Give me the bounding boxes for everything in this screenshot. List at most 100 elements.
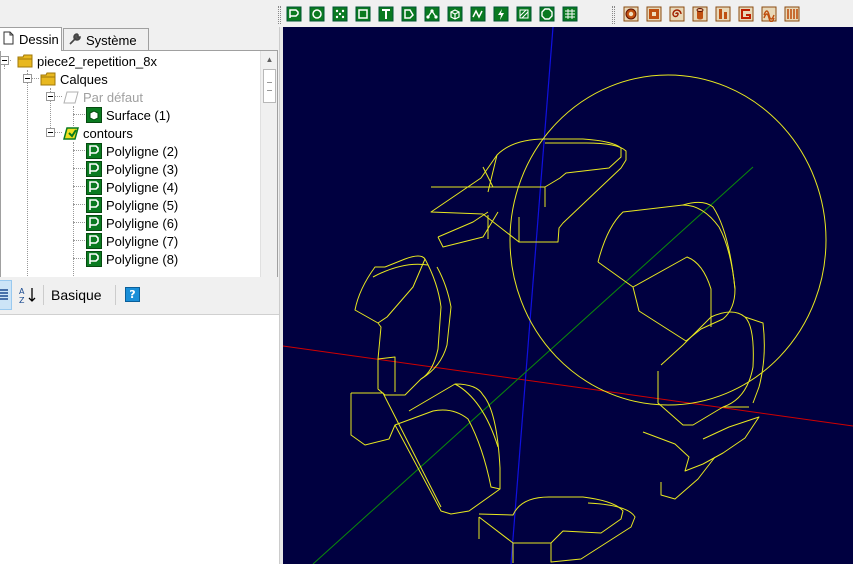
wave-bars-tool-button[interactable] xyxy=(757,4,780,24)
axis-x-line xyxy=(283,345,853,427)
spiral-icon xyxy=(669,6,684,22)
tree-item-polyligne-label: Polyligne (4) xyxy=(106,179,179,195)
tree-item-polyligne[interactable]: Polyligne (2) xyxy=(86,142,178,160)
alphabetical-button[interactable]: A Z xyxy=(17,284,39,306)
tab-dessin[interactable]: Dessin xyxy=(0,27,62,51)
tree-item-calques-label: Calques xyxy=(60,71,108,87)
tree-item-par-defaut[interactable]: Par défaut xyxy=(63,88,143,106)
polygon-tool-button[interactable] xyxy=(397,4,420,24)
polyline-tool-button[interactable] xyxy=(282,4,305,24)
tree-item-contours[interactable]: contours xyxy=(63,124,133,142)
tree-item-root[interactable]: piece2_repetition_8x xyxy=(17,52,157,70)
polyline-icon xyxy=(286,6,301,22)
part-outline xyxy=(377,356,396,392)
hatch-icon xyxy=(516,6,531,22)
polyline-icon xyxy=(86,233,102,249)
toolbar-grip[interactable] xyxy=(278,6,281,24)
scroll-thumb[interactable] xyxy=(263,69,276,103)
tree-item-polyligne[interactable]: Polyligne (5) xyxy=(86,196,178,214)
tree-item-polyligne[interactable]: Polyligne (6) xyxy=(86,214,178,232)
tab-systeme-label: Système xyxy=(86,32,137,48)
lightning-tool-button[interactable] xyxy=(489,4,512,24)
points-tool-button[interactable] xyxy=(328,4,351,24)
expander-root[interactable] xyxy=(1,56,9,65)
tree-item-polyligne-label: Polyligne (8) xyxy=(106,251,179,267)
toolbar-grip-2[interactable] xyxy=(612,6,615,24)
circle-icon xyxy=(309,6,324,22)
svg-text:Z: Z xyxy=(19,296,25,304)
wave-tool-button[interactable] xyxy=(466,4,489,24)
tree-item-polyligne-label: Polyligne (6) xyxy=(106,215,179,231)
ring-tool-button[interactable] xyxy=(619,4,642,24)
tree-item-surface-label: Surface (1) xyxy=(106,107,171,123)
part-outline xyxy=(394,409,501,490)
tree-item-polyligne-label: Polyligne (3) xyxy=(106,161,179,177)
grid-icon xyxy=(562,6,577,22)
expander-contours[interactable] xyxy=(46,128,55,137)
part-outline xyxy=(437,211,499,248)
polyline-icon xyxy=(86,179,102,195)
tree-item-polyligne[interactable]: Polyligne (7) xyxy=(86,232,178,250)
cylinder-tool-button[interactable] xyxy=(688,4,711,24)
hatch-tool-button[interactable] xyxy=(512,4,535,24)
part-outline xyxy=(430,138,622,215)
solid-toolbar xyxy=(619,4,803,26)
part-outline xyxy=(482,154,498,193)
tree-item-root-label: piece2_repetition_8x xyxy=(37,53,157,69)
grid-tool-button[interactable] xyxy=(558,4,581,24)
stripes-tool-button[interactable] xyxy=(780,4,803,24)
tree-item-calques[interactable]: Calques xyxy=(40,70,108,88)
circle-tool-button[interactable] xyxy=(305,4,328,24)
part-outline xyxy=(660,456,716,500)
tree-item-polyligne[interactable]: Polyligne (3) xyxy=(86,160,178,178)
bracket-tool-button[interactable] xyxy=(734,4,757,24)
tree-item-polyligne-label: Polyligne (7) xyxy=(106,233,179,249)
part-outline xyxy=(597,204,736,342)
part-outline xyxy=(478,517,514,563)
bracket-icon xyxy=(738,6,753,22)
app-window: Dessin Système piece2_repetition_8x Calq… xyxy=(0,0,853,564)
nodes-icon xyxy=(424,6,439,22)
help-button[interactable]: ? xyxy=(125,287,140,302)
panel-tabs: Dessin Système xyxy=(0,27,280,51)
square-frame-tool-button[interactable] xyxy=(642,4,665,24)
box-icon xyxy=(447,6,462,22)
drawing-toolbar xyxy=(282,4,581,26)
tab-systeme[interactable]: Système xyxy=(63,28,149,51)
spiral-tool-button[interactable] xyxy=(665,4,688,24)
polyline-icon xyxy=(86,215,102,231)
left-panel: Dessin Système piece2_repetition_8x Calq… xyxy=(0,27,280,564)
3d-viewport[interactable] xyxy=(283,27,853,564)
polygon-icon xyxy=(401,6,416,22)
tree-scrollbar[interactable]: ▲ ▼ xyxy=(260,51,277,289)
tree-item-polyligne[interactable]: Polyligne (8) xyxy=(86,250,178,268)
categorized-button[interactable] xyxy=(0,280,12,310)
text-tool-button[interactable] xyxy=(374,4,397,24)
scroll-up-icon[interactable]: ▲ xyxy=(261,51,277,68)
octagon-tool-button[interactable] xyxy=(535,4,558,24)
polyline-icon xyxy=(86,197,102,213)
square-frame-icon xyxy=(646,6,661,22)
nodes-tool-button[interactable] xyxy=(420,4,443,24)
mode-label[interactable]: Basique xyxy=(51,287,102,303)
categorized-icon xyxy=(0,289,8,300)
rectangle-tool-button[interactable] xyxy=(351,4,374,24)
polyline-icon xyxy=(86,143,102,159)
document-icon xyxy=(1,31,19,48)
tree-item-polyligne[interactable]: Polyligne (4) xyxy=(86,178,178,196)
points-icon xyxy=(332,6,347,22)
text-icon xyxy=(378,6,393,22)
part-geometry xyxy=(350,138,765,563)
expander-calques[interactable] xyxy=(23,74,32,83)
tree-item-surface[interactable]: Surface (1) xyxy=(86,106,170,124)
expander-par-defaut[interactable] xyxy=(46,92,55,101)
axis-y-line xyxy=(510,27,554,564)
box-tool-button[interactable] xyxy=(443,4,466,24)
column-tool-button[interactable] xyxy=(711,4,734,24)
wave-icon xyxy=(470,6,485,22)
column-icon xyxy=(715,6,730,22)
part-outline xyxy=(482,142,627,243)
folder-icon xyxy=(17,53,33,69)
tree-item-polyligne-label: Polyligne (5) xyxy=(106,197,179,213)
tree-item-contours-label: contours xyxy=(83,125,133,141)
